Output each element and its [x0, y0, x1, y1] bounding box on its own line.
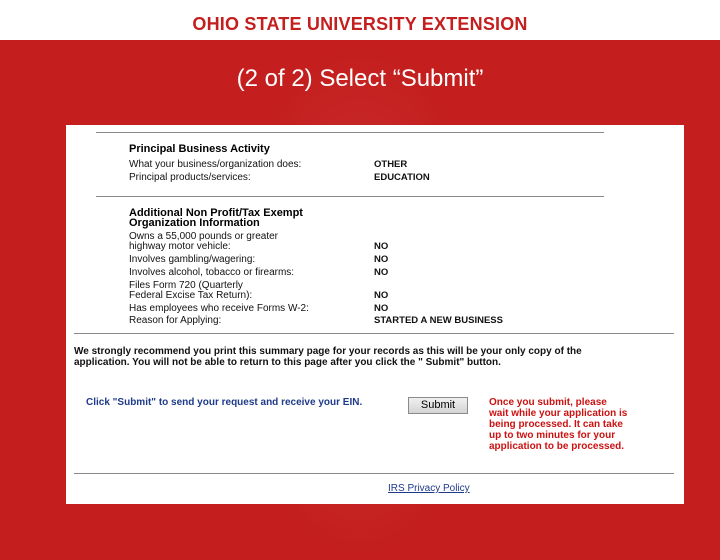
nonprofit-value-alcohol: NO: [374, 267, 389, 278]
nonprofit-value-vehicle: NO: [374, 241, 389, 252]
divider: [74, 473, 674, 474]
header-banner: OHIO STATE UNIVERSITY EXTENSION: [0, 0, 720, 40]
divider: [96, 196, 604, 197]
banner-title: OHIO STATE UNIVERSITY EXTENSION: [192, 14, 528, 34]
nonprofit-value-employees: NO: [374, 303, 389, 314]
nonprofit-heading-line2: Organization Information: [129, 217, 260, 229]
nonprofit-value-form720: NO: [374, 290, 389, 301]
nonprofit-label-vehicle-2: highway motor vehicle:: [129, 241, 231, 252]
principal-label-products: Principal products/services:: [129, 172, 251, 183]
processing-warning-text: Once you submit, please wait while your …: [489, 397, 628, 452]
nonprofit-value-reason: STARTED A NEW BUSINESS: [374, 315, 503, 326]
nonprofit-label-reason: Reason for Applying:: [129, 315, 222, 326]
principal-value-products: EDUCATION: [374, 172, 430, 183]
divider: [74, 333, 674, 334]
irs-summary-screenshot: Principal Business Activity What your bu…: [66, 125, 684, 504]
divider: [96, 132, 604, 133]
principal-heading: Principal Business Activity: [129, 143, 270, 155]
principal-value-activity: OTHER: [374, 159, 408, 170]
nonprofit-label-gambling: Involves gambling/wagering:: [129, 254, 256, 265]
nonprofit-value-gambling: NO: [374, 254, 389, 265]
slide-title: (2 of 2) Select “Submit”: [236, 65, 484, 92]
nonprofit-label-alcohol: Involves alcohol, tobacco or firearms:: [129, 267, 295, 278]
print-recommendation-text: We strongly recommend you print this sum…: [74, 346, 582, 368]
irs-privacy-policy-link[interactable]: IRS Privacy Policy: [388, 483, 470, 494]
nonprofit-label-employees: Has employees who receive Forms W-2:: [129, 303, 309, 314]
submit-instruction-text: Click "Submit" to send your request and …: [86, 397, 363, 408]
nonprofit-label-form720-2: Federal Excise Tax Return):: [129, 290, 253, 301]
submit-button[interactable]: Submit: [408, 397, 468, 414]
principal-label-activity: What your business/organization does:: [129, 159, 302, 170]
